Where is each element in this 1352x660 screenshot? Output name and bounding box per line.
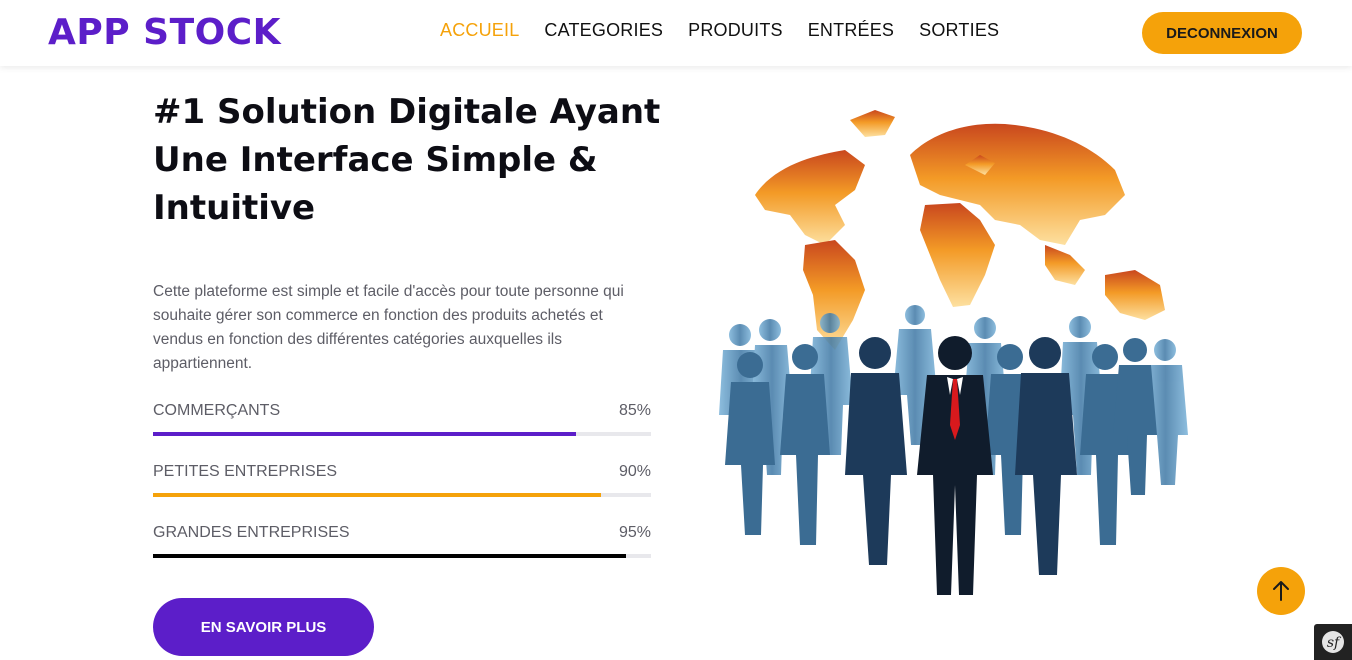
logout-button[interactable]: DECONNEXION xyxy=(1142,12,1302,54)
globe-people-illustration xyxy=(695,95,1205,605)
progress-grandes-entreprises: GRANDES ENTREPRISES 95% xyxy=(153,524,651,558)
symfony-icon: sf xyxy=(1322,631,1344,653)
progress-label: PETITES ENTREPRISES xyxy=(153,463,338,480)
globe-people-image xyxy=(719,110,1188,595)
nav-item-produits[interactable]: PRODUITS xyxy=(688,20,783,41)
progress-commercants: COMMERÇANTS 85% xyxy=(153,402,651,436)
progress-value: 95% xyxy=(618,524,651,541)
progress-fill xyxy=(153,554,627,558)
nav-item-entrees[interactable]: ENTRÉES xyxy=(808,20,894,41)
nav-item-accueil[interactable]: ACCUEIL xyxy=(440,20,519,41)
main-nav: ACCUEIL CATEGORIES PRODUITS ENTRÉES SORT… xyxy=(440,20,999,41)
top-navbar: APP STOCK ACCUEIL CATEGORIES PRODUITS EN… xyxy=(0,0,1352,66)
progress-track xyxy=(153,432,651,436)
scroll-top-button[interactable] xyxy=(1257,567,1305,615)
progress-value: 85% xyxy=(618,402,651,419)
nav-item-sorties[interactable]: SORTIES xyxy=(919,20,999,41)
arrow-up-icon xyxy=(1273,581,1289,601)
progress-track xyxy=(153,554,651,558)
progress-label: GRANDES ENTREPRISES xyxy=(153,524,350,541)
progress-track xyxy=(153,493,651,497)
progress-label: COMMERÇANTS xyxy=(153,402,281,419)
progress-fill xyxy=(153,432,577,436)
hero-title: #1 Solution Digitale Ayant Une Interface… xyxy=(153,92,661,228)
nav-item-categories[interactable]: CATEGORIES xyxy=(544,20,663,41)
brand-logo[interactable]: APP STOCK xyxy=(48,12,281,53)
progress-petites-entreprises: PETITES ENTREPRISES 90% xyxy=(153,463,651,497)
debug-toolbar-toggle[interactable]: sf xyxy=(1314,624,1352,660)
hero-description: Cette plateforme est simple et facile d'… xyxy=(153,283,624,372)
progress-value: 90% xyxy=(618,463,651,480)
progress-fill xyxy=(153,493,602,497)
learn-more-button[interactable]: EN SAVOIR PLUS xyxy=(153,598,374,656)
